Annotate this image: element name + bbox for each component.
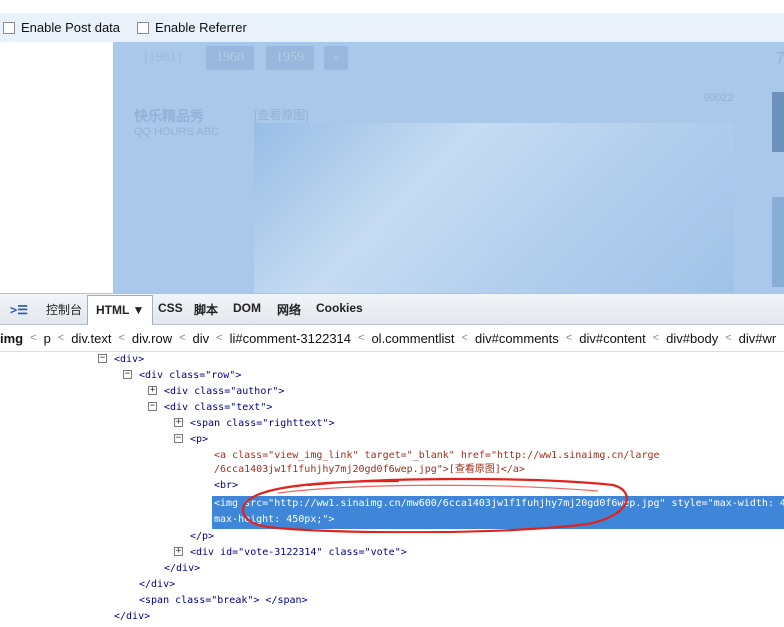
- breadcrumb-separator-icon: <: [179, 332, 186, 344]
- breadcrumb-item[interactable]: div#content: [579, 331, 646, 346]
- pager-1960[interactable]: 1960: [206, 46, 254, 70]
- comment-code: 90022: [703, 92, 734, 104]
- node-text: </p>: [190, 531, 215, 542]
- expand-toggle-icon[interactable]: +: [174, 547, 183, 556]
- expand-toggle-icon[interactable]: +: [174, 418, 183, 427]
- breadcrumb-separator-icon: <: [565, 332, 573, 344]
- node-text: <div class="row">: [139, 370, 242, 381]
- tree-node-div-row[interactable]: <div class="row">: [139, 368, 241, 384]
- node-text: <div id="vote-3122314" class="vote">: [190, 547, 407, 558]
- breadcrumb-separator-icon: <: [118, 332, 125, 344]
- node-text: <p>: [190, 434, 209, 445]
- breadcrumb-separator-icon: <: [725, 332, 732, 344]
- inspect-highlight-overlay: [1961] 1960 1959 » 7 快乐精品秀 QQ HOURS ABC …: [113, 42, 784, 293]
- tree-node-br[interactable]: <br>: [214, 478, 238, 494]
- tree-node-div-text[interactable]: <div class="text">: [164, 400, 272, 416]
- tree-node-span-righttext[interactable]: <span class="righttext">: [190, 416, 335, 432]
- page-preview: [1961] 1960 1959 » 7 快乐精品秀 QQ HOURS ABC …: [0, 42, 784, 293]
- tree-node-div[interactable]: <div>: [114, 352, 144, 368]
- breadcrumb-item[interactable]: div#body: [666, 331, 718, 346]
- breadcrumb-item[interactable]: img: [0, 331, 23, 346]
- tree-node-a-line2[interactable]: /6cca1403jw1f1fuhjhy7mj20gd0f6wep.jpg">[…: [214, 462, 525, 478]
- command-line-icon[interactable]: >☰: [10, 303, 28, 317]
- breadcrumb-separator-icon: <: [216, 332, 223, 344]
- breadcrumb-item[interactable]: div: [193, 331, 210, 346]
- breadcrumb-item[interactable]: p: [44, 331, 51, 346]
- enable-post-data-label: Enable Post data: [21, 20, 121, 35]
- tab-css[interactable]: CSS: [158, 301, 183, 315]
- pager-current: [1961]: [144, 50, 182, 65]
- tree-node-div-close[interactable]: </div>: [139, 577, 175, 593]
- view-original-link[interactable]: [查看原图]: [254, 106, 309, 123]
- tab-html[interactable]: HTML ▼: [87, 295, 154, 325]
- top-strip: [0, 0, 784, 12]
- tab-html-label: HTML: [96, 303, 130, 317]
- tree-node-p-close[interactable]: </p>: [190, 529, 214, 545]
- tree-node-img-line1[interactable]: <img src="http://ww1.sinaimg.cn/mw600/6c…: [214, 496, 784, 512]
- enable-post-data-option[interactable]: Enable Post data: [3, 20, 120, 35]
- tree-node-div-vote[interactable]: <div id="vote-3122314" class="vote">: [190, 545, 407, 561]
- breadcrumb-separator-icon: <: [30, 332, 37, 344]
- breadcrumb-item[interactable]: li#comment-3122314: [230, 331, 351, 346]
- tab-script[interactable]: 脚本: [194, 301, 218, 318]
- pager-next[interactable]: »: [324, 46, 348, 70]
- breadcrumb: img < p < div.text < div.row < div < li#comme…: [0, 325, 784, 352]
- tab-dom[interactable]: DOM: [233, 301, 261, 315]
- node-text: <div>: [114, 354, 145, 365]
- node-text: max-height: 450px;">: [214, 514, 335, 525]
- tab-console[interactable]: 控制台: [46, 301, 82, 318]
- site-sub: QQ HOURS ABC: [134, 126, 219, 138]
- node-text: <div class="author">: [164, 386, 285, 397]
- breadcrumb-item[interactable]: div.text: [71, 331, 111, 346]
- node-text: /6cca1403jw1f1fuhjhy7mj20gd0f6wep.jpg">[…: [214, 464, 525, 475]
- node-text: </div>: [114, 611, 151, 622]
- tree-node-div-close[interactable]: </div>: [114, 609, 150, 625]
- options-bar: Enable Post data Enable Referrer: [0, 13, 784, 43]
- collapse-toggle-icon[interactable]: −: [123, 370, 132, 379]
- node-text: </div>: [164, 563, 201, 574]
- comment-image: [254, 123, 734, 293]
- breadcrumb-item[interactable]: ol.commentlist: [371, 331, 454, 346]
- node-text: <a class="view_img_link" target="_blank"…: [214, 450, 660, 461]
- enable-referrer-checkbox[interactable]: [137, 21, 150, 34]
- breadcrumb-separator-icon: <: [358, 332, 365, 344]
- tree-node-p[interactable]: <p>: [190, 432, 208, 448]
- node-text: <span class="break"> </span>: [139, 595, 308, 606]
- node-text: <div class="text">: [164, 402, 273, 413]
- breadcrumb-separator-icon: <: [652, 332, 660, 344]
- breadcrumb-separator-icon: <: [461, 332, 468, 344]
- breadcrumb-item[interactable]: div#comments: [475, 331, 559, 346]
- node-text: <img src="http://ww1.sinaimg.cn/mw600/6c…: [214, 498, 784, 509]
- node-text: <br>: [214, 480, 239, 491]
- collapse-toggle-icon[interactable]: −: [98, 354, 107, 363]
- chevron-down-icon: ▼: [132, 303, 145, 317]
- preview-number: 7: [776, 50, 784, 67]
- tree-node-span-break[interactable]: <span class="break"> </span>: [139, 593, 308, 609]
- side-thumbnail: [772, 92, 784, 152]
- enable-referrer-option[interactable]: Enable Referrer: [137, 20, 247, 35]
- breadcrumb-item[interactable]: div#wr: [739, 331, 777, 346]
- collapse-toggle-icon[interactable]: −: [148, 402, 157, 411]
- html-tree: − <div> − <div class="row"> + <div class…: [0, 352, 784, 627]
- pager-1959[interactable]: 1959: [266, 46, 314, 70]
- breadcrumb-separator-icon: <: [57, 332, 65, 344]
- breadcrumb-item[interactable]: div.row: [132, 331, 172, 346]
- side-thumbnail-2: [772, 197, 784, 287]
- node-text: <span class="righttext">: [190, 418, 335, 429]
- devtools-tabbar: >☰ 控制台 HTML ▼ CSS 脚本 DOM 网络 Cookies: [0, 293, 784, 325]
- enable-referrer-label: Enable Referrer: [155, 20, 247, 35]
- devtools-panel: >☰ 控制台 HTML ▼ CSS 脚本 DOM 网络 Cookies img <…: [0, 293, 784, 627]
- tree-node-div-close[interactable]: </div>: [164, 561, 200, 577]
- tree-node-img-line2[interactable]: max-height: 450px;">: [214, 512, 334, 528]
- tab-cookies[interactable]: Cookies: [316, 301, 363, 315]
- site-name: 快乐精品秀: [134, 108, 204, 124]
- node-text: </div>: [139, 579, 176, 590]
- expand-toggle-icon[interactable]: +: [148, 386, 157, 395]
- enable-post-data-checkbox[interactable]: [3, 21, 15, 34]
- tree-node-div-author[interactable]: <div class="author">: [164, 384, 284, 400]
- tab-network[interactable]: 网络: [277, 301, 301, 318]
- collapse-toggle-icon[interactable]: −: [174, 434, 183, 443]
